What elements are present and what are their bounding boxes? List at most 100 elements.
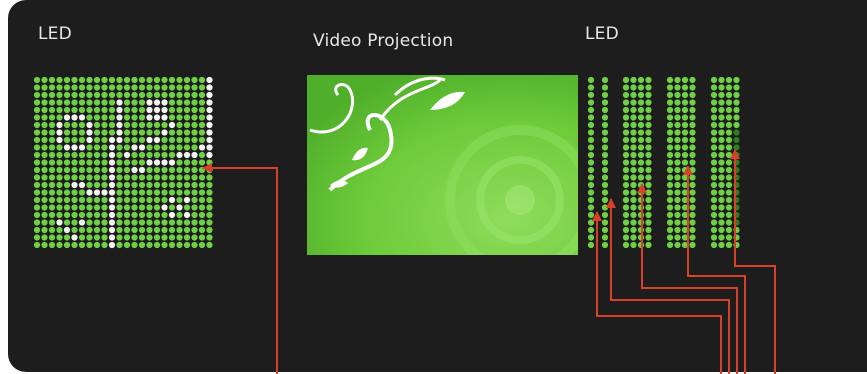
led-dot <box>710 91 718 99</box>
led-dot <box>637 91 645 99</box>
led-dot <box>733 121 740 129</box>
led-dot <box>131 159 138 166</box>
led-dot <box>138 219 146 226</box>
led-dot <box>108 189 116 196</box>
led-dot <box>153 84 161 91</box>
led-dot <box>56 129 63 136</box>
led-dot <box>131 241 138 249</box>
led-dot <box>587 114 595 121</box>
led-matrix-left <box>33 76 213 249</box>
led-dot <box>637 136 645 144</box>
led-dot <box>71 196 78 204</box>
led-dot <box>689 189 696 196</box>
led-dot <box>587 136 595 144</box>
led-dot <box>131 234 138 241</box>
led-dot <box>101 91 108 99</box>
led-dot <box>131 219 138 226</box>
led-dot <box>645 114 652 121</box>
led-dot <box>71 211 78 219</box>
led-dot <box>93 196 101 204</box>
led-dot <box>601 234 609 241</box>
led-dot <box>153 106 161 114</box>
led-dot <box>123 84 131 91</box>
led-dot <box>161 174 168 181</box>
led-dot <box>689 129 696 136</box>
led-dot <box>666 174 674 181</box>
led-dot <box>601 204 609 211</box>
led-dot <box>630 76 637 84</box>
led-dot <box>689 136 696 144</box>
led-dot <box>71 91 78 99</box>
led-dot <box>666 106 674 114</box>
led-dot <box>153 99 161 106</box>
led-dot <box>725 121 733 129</box>
led-dot <box>78 226 86 234</box>
led-dot <box>108 211 116 219</box>
led-dot <box>168 166 176 174</box>
led-dot <box>33 121 41 129</box>
led-dot <box>138 99 146 106</box>
led-dot <box>93 144 101 151</box>
led-dot <box>191 151 198 159</box>
led-dot <box>725 114 733 121</box>
led-dot <box>718 151 725 159</box>
led-dot <box>138 136 146 144</box>
led-dot <box>587 181 595 189</box>
led-dot <box>587 196 595 204</box>
led-dot <box>637 76 645 84</box>
led-dot <box>718 76 725 84</box>
led-dot <box>689 174 696 181</box>
led-dot <box>123 99 131 106</box>
led-dot <box>689 99 696 106</box>
led-dot <box>116 166 123 174</box>
led-dot <box>93 106 101 114</box>
led-dot <box>681 129 689 136</box>
led-dot <box>33 151 41 159</box>
led-dot <box>56 241 63 249</box>
led-dot <box>146 181 153 189</box>
led-dot <box>622 121 630 129</box>
led-dot <box>71 151 78 159</box>
led-dot <box>116 76 123 84</box>
led-dot <box>161 129 168 136</box>
led-dot <box>674 144 681 151</box>
led-dot <box>138 106 146 114</box>
led-dot <box>93 136 101 144</box>
led-dot <box>108 204 116 211</box>
led-dot <box>666 196 674 204</box>
led-dot <box>161 234 168 241</box>
led-dot <box>587 144 595 151</box>
led-dot <box>63 196 71 204</box>
led-dot <box>674 159 681 166</box>
led-dot <box>116 121 123 129</box>
led-dot <box>206 144 213 151</box>
led-dot <box>601 174 609 181</box>
led-dot <box>93 151 101 159</box>
led-dot <box>183 129 191 136</box>
led-dot <box>718 166 725 174</box>
led-dot <box>725 226 733 234</box>
led-dot <box>131 211 138 219</box>
led-dot <box>666 234 674 241</box>
led-dot <box>176 234 183 241</box>
led-dot <box>56 84 63 91</box>
led-dot <box>161 76 168 84</box>
led-dot <box>674 106 681 114</box>
led-dot <box>93 181 101 189</box>
led-dot <box>86 151 93 159</box>
led-dot <box>101 204 108 211</box>
led-dot <box>161 106 168 114</box>
led-dot <box>101 99 108 106</box>
led-dot <box>733 144 740 151</box>
led-dot <box>161 166 168 174</box>
led-dot <box>48 226 56 234</box>
led-dot <box>138 121 146 129</box>
led-dot <box>131 181 138 189</box>
led-dot <box>56 99 63 106</box>
led-dot <box>645 204 652 211</box>
led-dot <box>191 91 198 99</box>
led-dot <box>168 181 176 189</box>
led-dot <box>78 181 86 189</box>
led-dot <box>689 211 696 219</box>
led-dot <box>41 151 48 159</box>
